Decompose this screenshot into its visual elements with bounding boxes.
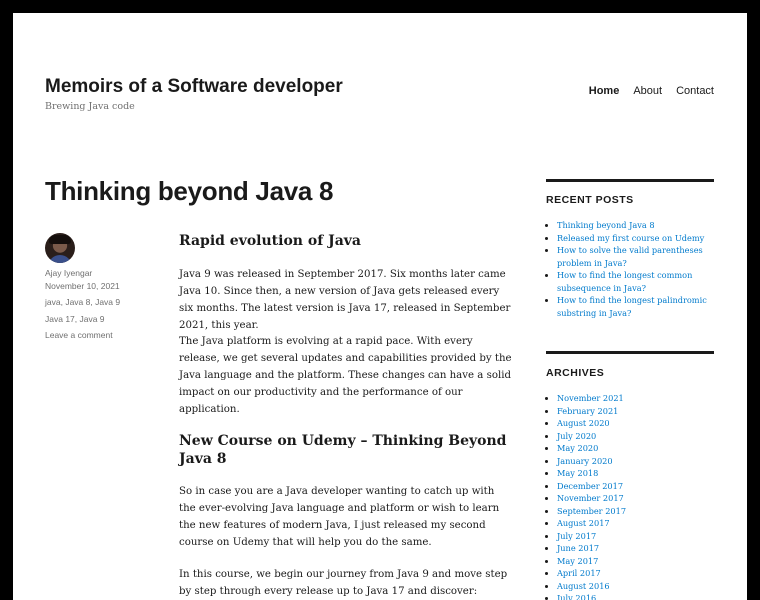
widget-divider xyxy=(546,179,714,182)
archive-link[interactable]: July 2020 xyxy=(557,431,596,441)
archive-item: February 2021 xyxy=(557,405,714,418)
author-name-link[interactable]: Ajay Iyengar xyxy=(45,267,145,280)
archive-link[interactable]: November 2017 xyxy=(557,493,624,503)
archive-link[interactable]: May 2018 xyxy=(557,468,598,478)
recent-post-item: How to find the longest common subsequen… xyxy=(557,269,714,294)
archive-item: July 2016 xyxy=(557,592,714,600)
recent-post-link[interactable]: How to find the longest common subsequen… xyxy=(557,270,692,293)
archive-link[interactable]: November 2021 xyxy=(557,393,624,403)
archive-item: November 2021 xyxy=(557,392,714,405)
section-heading: New Course on Udemy – Thinking Beyond Ja… xyxy=(179,433,507,467)
site-title-link[interactable]: Memoirs of a Software developer xyxy=(45,76,343,98)
nav-about[interactable]: About xyxy=(633,85,662,97)
archive-item: July 2017 xyxy=(557,530,714,543)
section-heading: Rapid evolution of Java xyxy=(179,233,361,249)
archive-link[interactable]: February 2021 xyxy=(557,406,618,416)
archive-item: November 2017 xyxy=(557,492,714,505)
recent-post-item: How to find the longest palindromic subs… xyxy=(557,294,714,319)
post-date-container: November 10, 2021 xyxy=(45,280,145,293)
archive-link[interactable]: August 2017 xyxy=(557,518,610,528)
recent-posts-list: Thinking beyond Java 8 Released my first … xyxy=(546,219,714,319)
author-name[interactable]: Ajay Iyengar xyxy=(45,268,92,278)
avatar-hair xyxy=(49,235,71,244)
archive-link[interactable]: August 2020 xyxy=(557,418,610,428)
paragraph: Java 9 was released in September 2017. S… xyxy=(179,269,511,331)
page: Memoirs of a Software developer Brewing … xyxy=(13,13,747,600)
archive-item: August 2017 xyxy=(557,517,714,530)
site-description: Brewing Java code xyxy=(45,101,135,112)
recent-posts-title: RECENT POSTS xyxy=(546,194,634,206)
author-avatar[interactable] xyxy=(45,233,75,263)
nav-contact[interactable]: Contact xyxy=(676,85,714,97)
post-date[interactable]: November 10, 2021 xyxy=(45,281,120,291)
archives-title: ARCHIVES xyxy=(546,367,605,379)
avatar-shirt xyxy=(48,255,72,263)
recent-post-link[interactable]: How to solve the valid parentheses probl… xyxy=(557,245,703,268)
archive-link[interactable]: July 2017 xyxy=(557,531,596,541)
archive-link[interactable]: August 2016 xyxy=(557,581,610,591)
leave-comment-link[interactable]: Leave a comment xyxy=(45,330,113,340)
archive-link[interactable]: January 2020 xyxy=(557,456,613,466)
archive-item: May 2020 xyxy=(557,442,714,455)
recent-post-link[interactable]: Thinking beyond Java 8 xyxy=(557,220,655,230)
nav-home[interactable]: Home xyxy=(589,85,620,97)
post-tags-line-2: Java 17, Java 9 xyxy=(45,313,145,326)
recent-post-item: Thinking beyond Java 8 xyxy=(557,219,714,232)
archive-link[interactable]: April 2017 xyxy=(557,568,601,578)
archive-link[interactable]: May 2020 xyxy=(557,443,598,453)
archive-link[interactable]: July 2016 xyxy=(557,593,596,600)
archive-item: May 2017 xyxy=(557,555,714,568)
recent-post-link[interactable]: How to find the longest palindromic subs… xyxy=(557,295,707,318)
widget-divider xyxy=(546,351,714,354)
archive-item: August 2020 xyxy=(557,417,714,430)
archive-item: September 2017 xyxy=(557,505,714,518)
paragraph: In this course, we begin our journey fro… xyxy=(179,569,508,597)
archive-link[interactable]: September 2017 xyxy=(557,506,626,516)
comment-link-container: Leave a comment xyxy=(45,329,145,342)
main-navigation: Home About Contact xyxy=(589,85,714,97)
archive-item: August 2016 xyxy=(557,580,714,593)
archive-link[interactable]: June 2017 xyxy=(557,543,599,553)
archive-item: July 2020 xyxy=(557,430,714,443)
archives-list: November 2021 February 2021 August 2020 Jul… xyxy=(546,392,714,600)
post-tags-line-1: java, Java 8, Java 9 xyxy=(45,296,145,309)
archive-item: December 2017 xyxy=(557,480,714,493)
post-tags-1[interactable]: java, Java 8, Java 9 xyxy=(45,297,120,307)
archive-item: April 2017 xyxy=(557,567,714,580)
entry-title: Thinking beyond Java 8 xyxy=(45,176,334,206)
archive-item: May 2018 xyxy=(557,467,714,480)
archive-link[interactable]: May 2017 xyxy=(557,556,598,566)
paragraph: So in case you are a Java developer want… xyxy=(179,486,500,548)
recent-post-link[interactable]: Released my first course on Udemy xyxy=(557,233,704,243)
post-tags-2[interactable]: Java 17, Java 9 xyxy=(45,314,105,324)
archive-link[interactable]: December 2017 xyxy=(557,481,623,491)
recent-post-item: Released my first course on Udemy xyxy=(557,232,714,245)
archive-item: June 2017 xyxy=(557,542,714,555)
recent-post-item: How to solve the valid parentheses probl… xyxy=(557,244,714,269)
archive-item: January 2020 xyxy=(557,455,714,468)
paragraph: The Java platform is evolving at a rapid… xyxy=(179,336,512,415)
